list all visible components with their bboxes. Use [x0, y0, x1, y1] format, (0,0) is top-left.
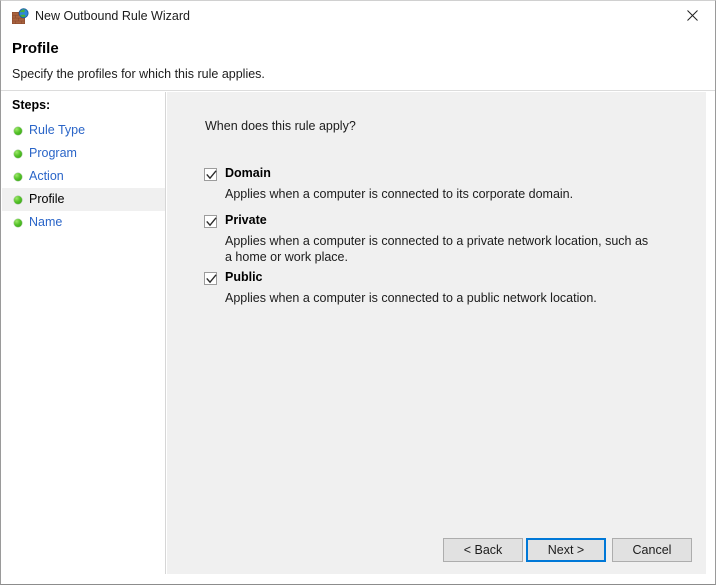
main-content: When does this rule apply? Domain Applies…	[167, 92, 706, 574]
back-button[interactable]: < Back	[443, 538, 523, 562]
profile-header: Domain	[204, 166, 664, 185]
wizard-header: Profile Specify the profiles for which t…	[2, 31, 715, 90]
step-bullet-icon	[14, 127, 22, 135]
sidebar-item-label: Profile	[29, 192, 65, 206]
sidebar-item-action[interactable]: Action	[2, 165, 165, 188]
firewall-globe-icon	[12, 8, 29, 25]
sidebar-item-name[interactable]: Name	[2, 211, 165, 234]
window-title: New Outbound Rule Wizard	[35, 9, 190, 23]
page-title: Profile	[12, 40, 59, 57]
sidebar-item-label: Program	[29, 146, 77, 160]
profile-description: Applies when a computer is connected to …	[225, 187, 574, 201]
steps-label: Steps:	[12, 98, 51, 112]
step-bullet-icon	[14, 219, 22, 227]
checkbox-public[interactable]	[204, 272, 217, 285]
wizard-window: New Outbound Rule Wizard Profile Specify…	[0, 0, 716, 585]
cancel-button[interactable]: Cancel	[612, 538, 692, 562]
checkbox-domain[interactable]	[204, 168, 217, 181]
profile-header: Private	[204, 213, 664, 232]
step-bullet-icon	[14, 173, 22, 181]
profile-group-private: Private Applies when a computer is connec…	[204, 213, 664, 264]
profile-group-domain: Domain Applies when a computer is connect…	[204, 166, 664, 201]
profile-description: Applies when a computer is connected to …	[225, 291, 597, 305]
profile-name: Private	[225, 213, 267, 227]
sidebar-item-rule-type[interactable]: Rule Type	[2, 119, 165, 142]
sidebar-item-label: Name	[29, 215, 63, 229]
content-right-margin	[706, 92, 715, 574]
page-subtitle: Specify the profiles for which this rule…	[12, 67, 265, 81]
header-divider	[1, 90, 715, 91]
profile-description: Applies when a computer is connected to …	[225, 234, 649, 264]
profile-group-public: Public Applies when a computer is connect…	[204, 270, 664, 305]
next-button[interactable]: Next >	[526, 538, 606, 562]
steps-sidebar: Steps: Rule Type Program Action Profile Name	[2, 92, 166, 574]
profile-name: Public	[225, 270, 263, 284]
sidebar-item-label: Action	[29, 169, 64, 183]
close-icon[interactable]	[670, 1, 715, 30]
profile-header: Public	[204, 270, 664, 289]
profile-name: Domain	[225, 166, 271, 180]
title-bar: New Outbound Rule Wizard	[1, 1, 715, 31]
question-label: When does this rule apply?	[205, 119, 356, 133]
checkbox-private[interactable]	[204, 215, 217, 228]
sidebar-item-profile[interactable]: Profile	[2, 188, 165, 211]
step-bullet-icon	[14, 196, 22, 204]
sidebar-item-label: Rule Type	[29, 123, 86, 137]
sidebar-item-program[interactable]: Program	[2, 142, 165, 165]
step-bullet-icon	[14, 150, 22, 158]
